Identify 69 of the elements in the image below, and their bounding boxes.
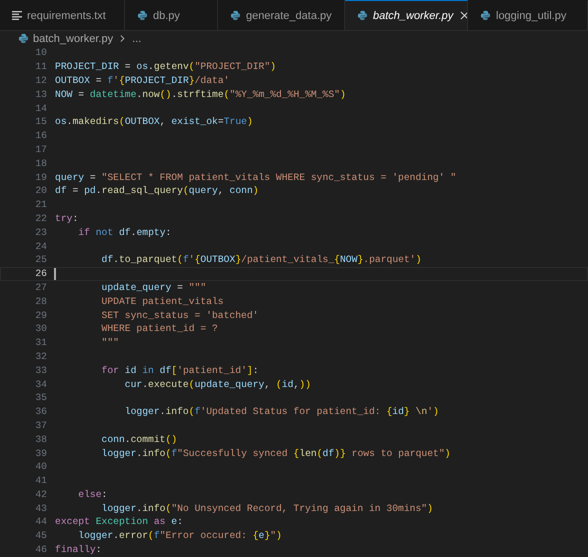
line-number: 17 bbox=[34, 144, 47, 155]
line-number: 20 bbox=[34, 185, 47, 196]
code-line: try: bbox=[55, 212, 78, 224]
code-line: NOW = datetime.now().strftime("%Y_%m_%d_%H_%M_%S") bbox=[55, 88, 346, 100]
code-line: df.to_parquet(f'{OUTBOX}/patient_vitals_{NOW}.parquet') bbox=[100, 254, 422, 266]
line-number: 10 bbox=[34, 47, 47, 58]
code-line: logger.info(f'Updated Status for patient_id: {id} \n') bbox=[124, 406, 439, 418]
line-number: 40 bbox=[34, 461, 47, 472]
editor-tab[interactable]: batch_worker.py bbox=[345, 0, 468, 30]
line-number: 46 bbox=[34, 544, 47, 556]
code-line: logger.error(f"Error occured: {e}") bbox=[77, 530, 282, 542]
line-number: 16 bbox=[34, 130, 47, 142]
tab-label: batch_worker.py bbox=[373, 10, 454, 22]
code-line: update_query = """ bbox=[100, 282, 206, 293]
code-line: SET sync_status = 'batched' bbox=[100, 310, 258, 321]
line-number: 30 bbox=[34, 323, 47, 334]
line-number: 41 bbox=[34, 475, 47, 486]
tab-label: generate_data.py bbox=[246, 10, 332, 22]
line-number: 35 bbox=[34, 392, 47, 404]
line-number: 25 bbox=[34, 254, 47, 266]
code-line: if not df.empty: bbox=[77, 226, 172, 238]
line-number: 24 bbox=[34, 240, 47, 252]
code-line: WHERE patient_id = ? bbox=[100, 323, 218, 334]
code-line: conn.commit() bbox=[100, 434, 178, 445]
code-line: logger.info(f"Succesfully synced {len(df)} rows to parquet") bbox=[100, 448, 450, 458]
line-number: 43 bbox=[34, 502, 47, 514]
code-line: query = "SELECT * FROM patient_vitals WHERE sync_status = 'pending' " bbox=[55, 172, 456, 183]
line-number: 21 bbox=[34, 199, 47, 210]
code-line: else: bbox=[77, 488, 108, 500]
line-number: 28 bbox=[34, 296, 47, 307]
code-line: os.makedirs(OUTBOX, exist_ok=True) bbox=[55, 116, 253, 128]
line-number: 37 bbox=[34, 420, 47, 431]
line-number: 26 bbox=[34, 268, 47, 280]
line-number: 36 bbox=[34, 406, 47, 418]
line-number: 34 bbox=[34, 378, 47, 390]
line-number: 23 bbox=[34, 226, 47, 238]
line-number: 29 bbox=[34, 310, 47, 321]
line-number: 45 bbox=[34, 530, 47, 542]
tab-label: db.py bbox=[153, 10, 180, 22]
breadcrumb-item[interactable]: ... bbox=[132, 32, 142, 44]
code-line: cur.execute(update_query, (id,)) bbox=[124, 378, 311, 390]
line-number: 18 bbox=[34, 158, 47, 169]
line-number: 15 bbox=[34, 116, 47, 128]
line-number: 32 bbox=[34, 350, 47, 362]
code-line: except Exception as e: bbox=[55, 516, 183, 528]
line-number: 39 bbox=[34, 448, 47, 458]
line-number: 14 bbox=[34, 102, 47, 114]
code-line: df = pd.read_sql_query(query, conn) bbox=[55, 185, 259, 196]
line-number: 44 bbox=[34, 516, 47, 528]
line-number: 12 bbox=[34, 74, 47, 86]
breadcrumb-item[interactable]: batch_worker.py bbox=[33, 32, 114, 44]
line-number: 19 bbox=[34, 172, 47, 183]
line-number: 11 bbox=[34, 61, 47, 72]
tab-label: logging_util.py bbox=[496, 10, 566, 22]
tab-label: requirements.txt bbox=[27, 10, 106, 22]
code-line: for id in df['patient_id']: bbox=[100, 364, 259, 376]
line-number: 22 bbox=[34, 212, 47, 224]
line-number: 33 bbox=[34, 364, 47, 376]
code-line: UPDATE patient_vitals bbox=[100, 296, 224, 307]
line-number: 13 bbox=[34, 88, 47, 100]
code-line: OUTBOX = f'{PROJECT_DIR}/data' bbox=[55, 74, 230, 86]
code-line: """ bbox=[100, 337, 119, 348]
code-line: logger.info("No Unsynced Record, Trying again in 30mins") bbox=[100, 502, 433, 514]
line-number: 38 bbox=[34, 434, 47, 445]
line-number: 42 bbox=[34, 488, 47, 500]
code-line: finally: bbox=[55, 544, 102, 556]
line-number: 27 bbox=[34, 282, 47, 293]
line-number: 31 bbox=[34, 337, 47, 348]
code-line: PROJECT_DIR = os.getenv("PROJECT_DIR") bbox=[55, 61, 276, 72]
